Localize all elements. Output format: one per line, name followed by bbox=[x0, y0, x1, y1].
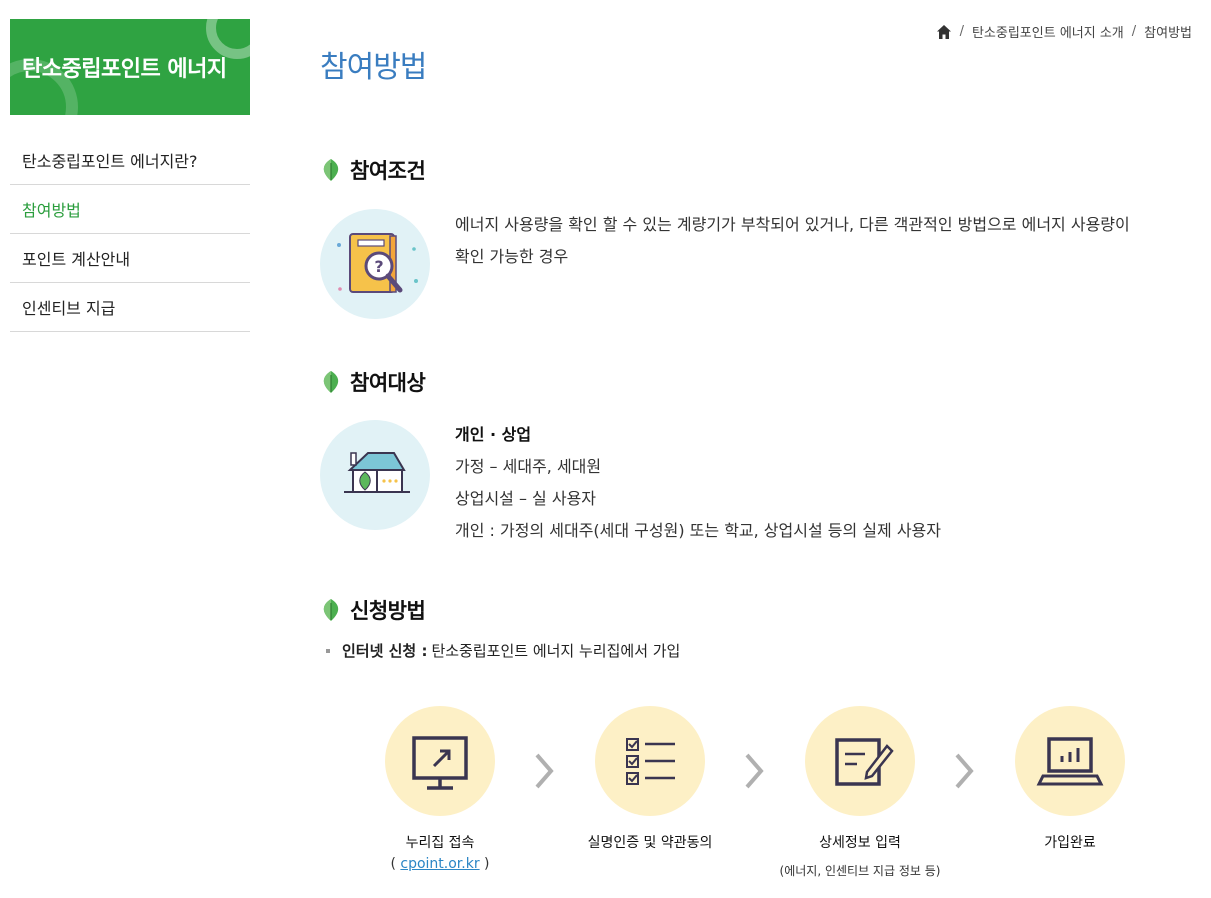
apply-method-label: 인터넷 신청 : bbox=[342, 642, 428, 660]
magnifier-book-icon-circle: ? bbox=[320, 209, 430, 319]
step-1-sub: ( cpoint.or.kr ) bbox=[320, 856, 560, 872]
chevron-right-icon bbox=[955, 753, 974, 789]
page-title: 참여방법 bbox=[320, 50, 427, 85]
step-3-sub: (에너지, 인센티브 지급 정보 등) bbox=[779, 864, 941, 878]
step-3-label: 상세정보 입력 bbox=[819, 835, 901, 851]
sidebar-menu: 탄소중립포인트 에너지란? 참여방법 포인트 계산안내 인센티브 지급 bbox=[10, 136, 250, 332]
target-line: 가정 – 세대주, 세대원 bbox=[455, 457, 602, 476]
chevron-right-icon bbox=[745, 753, 764, 789]
step-2-circle bbox=[595, 706, 705, 816]
house-leaf-icon bbox=[344, 452, 410, 493]
section-heading-condition: 참여조건 bbox=[320, 155, 426, 185]
target-line: 개인 : 가정의 세대주(세대 구성원) 또는 학교, 상업시설 등의 실제 사… bbox=[455, 521, 941, 540]
sidebar-banner: 탄소중립포인트 에너지 bbox=[10, 19, 250, 115]
breadcrumb-item-intro[interactable]: 탄소중립포인트 에너지 소개 bbox=[972, 22, 1124, 41]
target-description: 개인 · 상업 가정 – 세대주, 세대원 상업시설 – 실 사용자 개인 : … bbox=[455, 419, 941, 547]
step-4-label: 가입완료 bbox=[1044, 835, 1096, 851]
magnifier-book-icon: ? bbox=[337, 233, 418, 293]
house-leaf-icon-circle bbox=[320, 420, 430, 530]
sidebar: 탄소중립포인트 에너지 탄소중립포인트 에너지란? 참여방법 포인트 계산안내 … bbox=[10, 19, 250, 332]
form-edit-icon bbox=[835, 738, 894, 786]
leaf-icon bbox=[323, 159, 339, 181]
leaf-icon bbox=[323, 371, 339, 393]
section-title-apply: 신청방법 bbox=[350, 599, 426, 623]
monitor-link-icon bbox=[412, 736, 468, 790]
section-title-condition: 참여조건 bbox=[350, 159, 426, 183]
step-3-circle bbox=[805, 706, 915, 816]
step-1-circle bbox=[385, 706, 495, 816]
step-2-label: 실명인증 및 약관동의 bbox=[587, 835, 713, 851]
checklist-icon bbox=[626, 738, 675, 785]
sidebar-item-incentive[interactable]: 인센티브 지급 bbox=[10, 283, 250, 332]
home-icon[interactable] bbox=[936, 24, 952, 40]
bullet-icon bbox=[326, 648, 330, 653]
svg-text:?: ? bbox=[374, 257, 383, 276]
apply-bullet: 인터넷 신청 : 탄소중립포인트 에너지 누리집에서 가입 bbox=[326, 640, 680, 661]
leaf-icon bbox=[323, 599, 339, 621]
breadcrumb-separator: / bbox=[959, 24, 964, 39]
sidebar-item-point-calc[interactable]: 포인트 계산안내 bbox=[10, 234, 250, 283]
target-heading: 개인 · 상업 bbox=[455, 425, 532, 444]
apply-method-text: 탄소중립포인트 에너지 누리집에서 가입 bbox=[431, 642, 681, 660]
step-1-sub-suffix: ) bbox=[479, 856, 490, 872]
target-line: 상업시설 – 실 사용자 bbox=[455, 489, 597, 508]
step-4-circle bbox=[1015, 706, 1125, 816]
section-title-target: 참여대상 bbox=[350, 371, 426, 395]
sidebar-banner-title: 탄소중립포인트 에너지 bbox=[22, 57, 227, 82]
step-1-sub-prefix: ( bbox=[390, 856, 401, 872]
step-1-label: 누리집 접속 bbox=[405, 835, 475, 851]
sidebar-item-about[interactable]: 탄소중립포인트 에너지란? bbox=[10, 136, 250, 185]
section-heading-apply: 신청방법 bbox=[320, 595, 426, 625]
cpoint-link[interactable]: cpoint.or.kr bbox=[400, 856, 479, 872]
sidebar-item-participation[interactable]: 참여방법 bbox=[10, 185, 250, 234]
breadcrumb-item-current: 참여방법 bbox=[1144, 26, 1192, 41]
breadcrumb: / 탄소중립포인트 에너지 소개 / 참여방법 bbox=[936, 22, 1192, 41]
breadcrumb-separator: / bbox=[1131, 24, 1137, 39]
section-heading-target: 참여대상 bbox=[320, 367, 426, 397]
condition-description: 에너지 사용량을 확인 할 수 있는 계량기가 부착되어 있거나, 다른 객관적… bbox=[455, 209, 1130, 273]
laptop-chart-icon bbox=[1036, 737, 1104, 786]
condition-line: 확인 가능한 경우 bbox=[455, 247, 569, 266]
condition-line: 에너지 사용량을 확인 할 수 있는 계량기가 부착되어 있거나, 다른 객관적… bbox=[455, 215, 1130, 234]
chevron-right-icon bbox=[535, 753, 554, 789]
